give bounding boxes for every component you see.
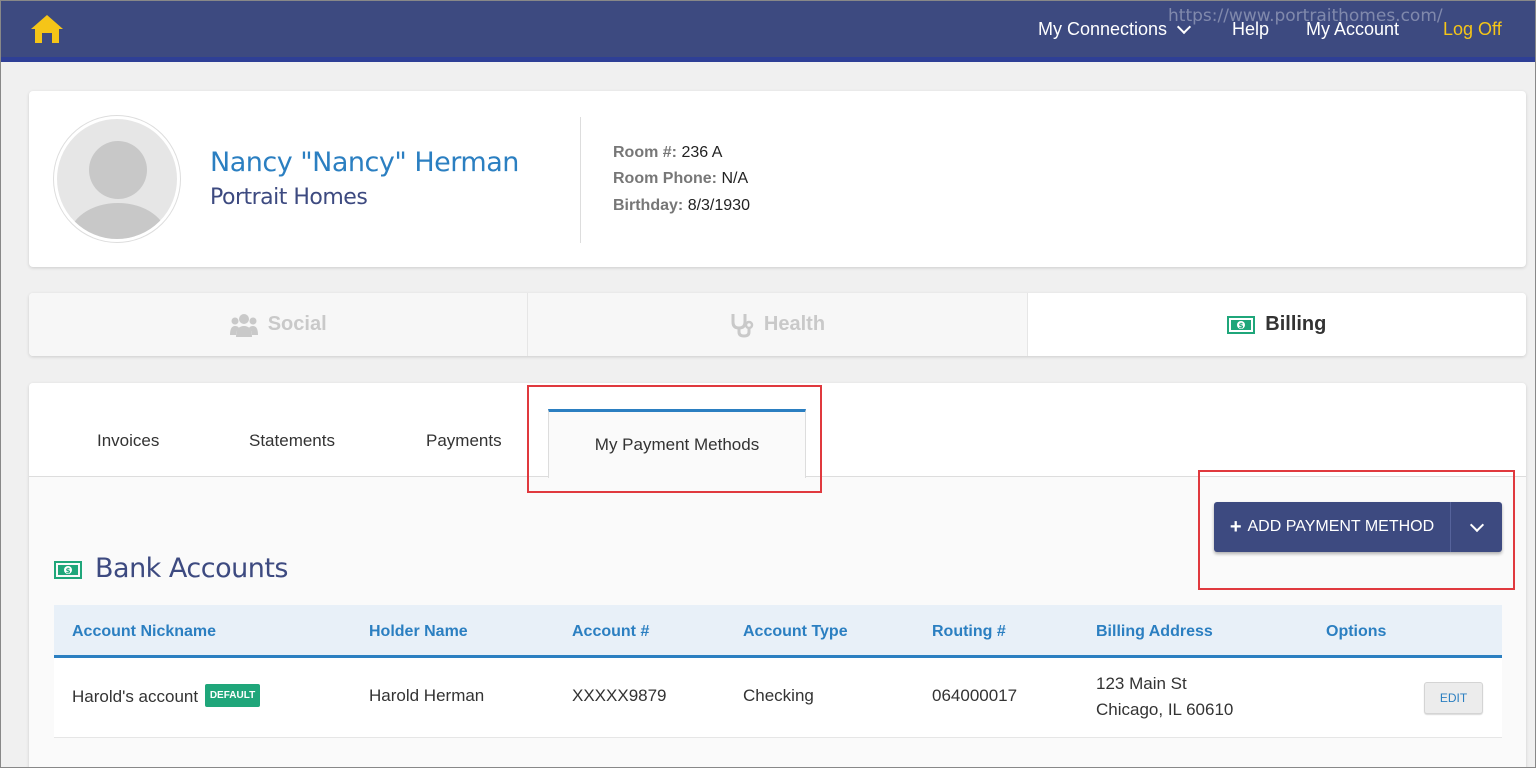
table-row: Harold's account DEFAULT Harold Herman X… (54, 658, 1502, 738)
room-number-value: 236 A (681, 144, 723, 161)
chevron-down-icon (1469, 517, 1484, 532)
bank-accounts-table: Account Nickname Holder Name Account # A… (54, 605, 1502, 738)
svg-text:$: $ (1239, 322, 1244, 330)
nav-my-connections-label: My Connections (1038, 19, 1168, 39)
default-badge: DEFAULT (204, 684, 261, 707)
facility-name: Portrait Homes (210, 185, 368, 210)
col-account-number[interactable]: Account # (572, 623, 649, 641)
tab-statements[interactable]: Statements (249, 431, 335, 451)
divider (580, 117, 581, 243)
routing-number: 064000017 (932, 686, 1018, 705)
billing-subtabs: Invoices Statements Payments My Payment … (29, 383, 1526, 478)
nav-my-account[interactable]: My Account (1306, 19, 1399, 40)
plus-icon: + (1229, 515, 1242, 538)
col-account-nickname[interactable]: Account Nickname (72, 623, 216, 641)
home-icon[interactable] (29, 13, 65, 45)
room-number-label: Room #: (613, 144, 677, 161)
edit-button[interactable]: EDIT (1424, 682, 1483, 714)
tab-billing[interactable]: $ Billing (1026, 293, 1526, 356)
tab-invoices[interactable]: Invoices (97, 431, 159, 451)
tab-social-label: Social (267, 313, 327, 335)
stethoscope-icon (731, 313, 754, 338)
account-nickname-cell: Harold's account DEFAULT (72, 684, 261, 709)
billing-address-line1: 123 Main St (1096, 674, 1187, 693)
users-icon (229, 313, 258, 337)
add-payment-method-button[interactable]: + ADD PAYMENT METHOD (1214, 502, 1502, 552)
birthday-value: 8/3/1930 (687, 197, 750, 214)
table-header: Account Nickname Holder Name Account # A… (54, 605, 1502, 658)
svg-text:$: $ (66, 567, 71, 575)
add-payment-method-label: ADD PAYMENT METHOD (1247, 518, 1435, 535)
account-number: XXXXX9879 (572, 686, 667, 705)
room-phone: Room Phone: N/A (613, 170, 748, 188)
profile-card: Nancy "Nancy" Herman Portrait Homes Room… (29, 91, 1526, 267)
billing-panel: Invoices Statements Payments My Payment … (29, 383, 1526, 768)
holder-name: Harold Herman (369, 686, 485, 705)
birthday: Birthday: 8/3/1930 (613, 197, 750, 215)
room-phone-value: N/A (721, 170, 749, 187)
col-account-type[interactable]: Account Type (743, 623, 848, 641)
birthday-label: Birthday: (613, 197, 684, 214)
tab-health[interactable]: Health (527, 293, 1027, 356)
col-options: Options (1326, 623, 1387, 640)
account-type: Checking (743, 686, 814, 705)
room-number: Room #: 236 A (613, 144, 722, 162)
account-nickname: Harold's account (72, 686, 199, 706)
col-routing-number[interactable]: Routing # (932, 623, 1006, 641)
avatar (54, 116, 180, 242)
money-icon: $ (1227, 315, 1256, 334)
section-tabs: Social Health $ Billing (29, 293, 1526, 356)
money-icon: $ (54, 561, 82, 579)
room-phone-label: Room Phone: (613, 170, 717, 187)
add-payment-method-main[interactable]: + ADD PAYMENT METHOD (1214, 502, 1451, 552)
nav-help[interactable]: Help (1232, 19, 1269, 40)
bank-accounts-title: Bank Accounts (95, 553, 288, 584)
tab-social[interactable]: Social (29, 293, 528, 356)
tab-billing-label: Billing (1265, 313, 1327, 335)
chevron-down-icon (1176, 19, 1192, 35)
col-holder-name[interactable]: Holder Name (369, 623, 468, 641)
col-billing-address[interactable]: Billing Address (1096, 623, 1213, 641)
nav-my-connections[interactable]: My Connections (1038, 19, 1192, 40)
add-payment-method-dropdown[interactable] (1451, 502, 1502, 552)
billing-address-line2: Chicago, IL 60610 (1096, 700, 1234, 719)
nav-log-off[interactable]: Log Off (1443, 19, 1502, 40)
top-nav: https://www.portraithomes.com/ My Connec… (0, 0, 1536, 62)
tab-payments[interactable]: Payments (426, 431, 502, 451)
tab-health-label: Health (763, 313, 826, 335)
tab-my-payment-methods[interactable]: My Payment Methods (548, 409, 806, 478)
resident-name: Nancy "Nancy" Herman (210, 147, 519, 178)
